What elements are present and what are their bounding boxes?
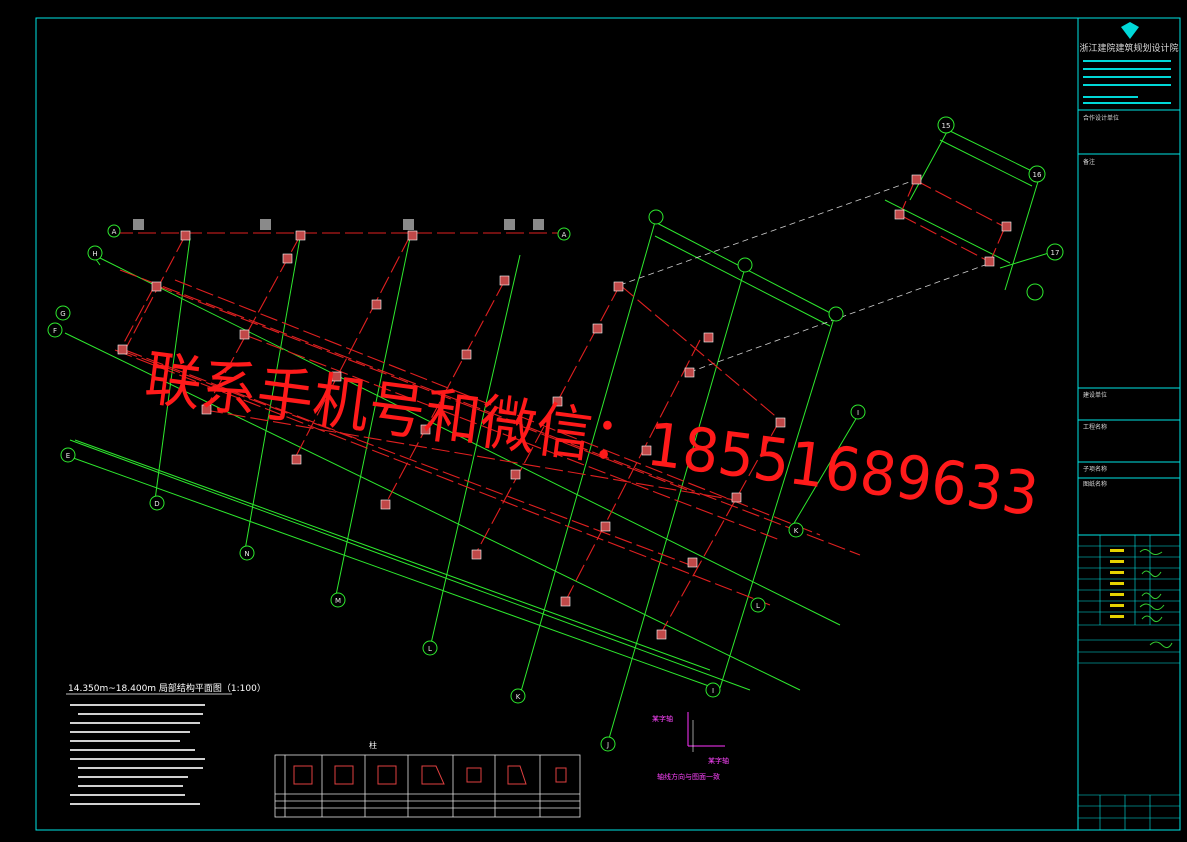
institute-logo-icon [1121, 22, 1139, 39]
title-block-label-cooperation: 合作设计单位 [1083, 114, 1119, 122]
signature-marks [1139, 549, 1173, 649]
beam-lines [114, 179, 1006, 636]
axis-note-y: 某字轴 [708, 756, 729, 765]
axis-label-right-3: I [857, 409, 859, 417]
title-block-label-project: 工程名称 [1083, 423, 1107, 431]
column [461, 349, 472, 360]
column [282, 253, 293, 264]
column [894, 209, 905, 220]
axis-label-left-1: H [92, 250, 97, 258]
column [552, 396, 563, 407]
axis-note-x: 某字轴 [652, 714, 673, 723]
axis-label-left-3: F [53, 327, 57, 335]
signature-table [1078, 535, 1180, 830]
column [499, 275, 510, 286]
column [201, 404, 212, 415]
axis-label-right-1: K [794, 527, 799, 535]
column [239, 329, 250, 340]
column [117, 344, 128, 355]
title-block-label-drawing-name: 图纸名称 [1083, 480, 1107, 488]
axis-symbol [687, 712, 725, 752]
column [295, 230, 306, 241]
column [1001, 221, 1012, 232]
column [703, 332, 714, 343]
top-row-blocks [133, 219, 544, 230]
columns [117, 174, 1012, 640]
title-block-label-subitem: 子项名称 [1083, 465, 1107, 473]
left-axis-bubbles [47, 245, 165, 511]
axis-label-right-6: 17 [1051, 249, 1060, 257]
plan-title: 14.350m~18.400m 局部结构平面图（1:100） [68, 682, 266, 694]
structural-plan-drawing: 浙江建院建筑规划设计院 合作设计单位 备注 建设单位 工程名称 子项名称 图纸名… [35, 17, 1181, 831]
dashed-links [619, 179, 986, 373]
schedule-title: 柱 [369, 740, 377, 750]
column [600, 521, 611, 532]
column [641, 445, 652, 456]
column [656, 629, 667, 640]
axis-label-bottom-6: I [712, 687, 714, 695]
yellow-cells [1110, 549, 1124, 618]
column [775, 417, 786, 428]
column [687, 557, 698, 568]
column-schedule-table [274, 754, 581, 818]
general-notes [70, 704, 205, 805]
axis-label-right-4: 15 [942, 122, 951, 130]
axis-caption: 轴线方向与图面一致 [657, 772, 720, 781]
institute-name: 浙江建院建筑规划设计院 [1079, 42, 1178, 54]
column [420, 424, 431, 435]
axis-label-left-4: E [66, 452, 70, 460]
axis-label-right-2: L [756, 602, 760, 610]
axis-label-top-left: A [112, 228, 117, 236]
column [331, 371, 342, 382]
axis-label-left-2: G [60, 310, 65, 318]
column [911, 174, 922, 185]
column [731, 492, 742, 503]
column [380, 499, 391, 510]
axis-label-bottom-2: M [335, 597, 341, 605]
column [592, 323, 603, 334]
title-block-label-remarks: 备注 [1083, 158, 1095, 166]
column [560, 596, 571, 607]
axis-label-top-right: A [562, 231, 567, 239]
axis-label-bottom-5: J [606, 741, 609, 749]
column [180, 230, 191, 241]
column [151, 281, 162, 292]
column [371, 299, 382, 310]
grid-lines [64, 129, 1053, 743]
bottom-axis-bubbles [239, 545, 721, 752]
drawing-frame [35, 17, 1181, 831]
column [407, 230, 418, 241]
axis-label-bottom-3: L [428, 645, 432, 653]
column [471, 549, 482, 560]
axis-label-right-5: 16 [1033, 171, 1042, 179]
cert-lines [1083, 60, 1171, 104]
column [984, 256, 995, 267]
axis-label-bottom-4: K [516, 693, 521, 701]
axis-label-left-5: D [154, 500, 159, 508]
column-section-sketches [293, 765, 567, 785]
title-block-label-client: 建设单位 [1083, 391, 1107, 399]
column [613, 281, 624, 292]
column [510, 469, 521, 480]
column [684, 367, 695, 378]
column [291, 454, 302, 465]
title-block: 浙江建院建筑规划设计院 合作设计单位 备注 建设单位 工程名称 子项名称 图纸名… [1078, 22, 1180, 830]
axis-label-bottom-1: N [244, 550, 249, 558]
